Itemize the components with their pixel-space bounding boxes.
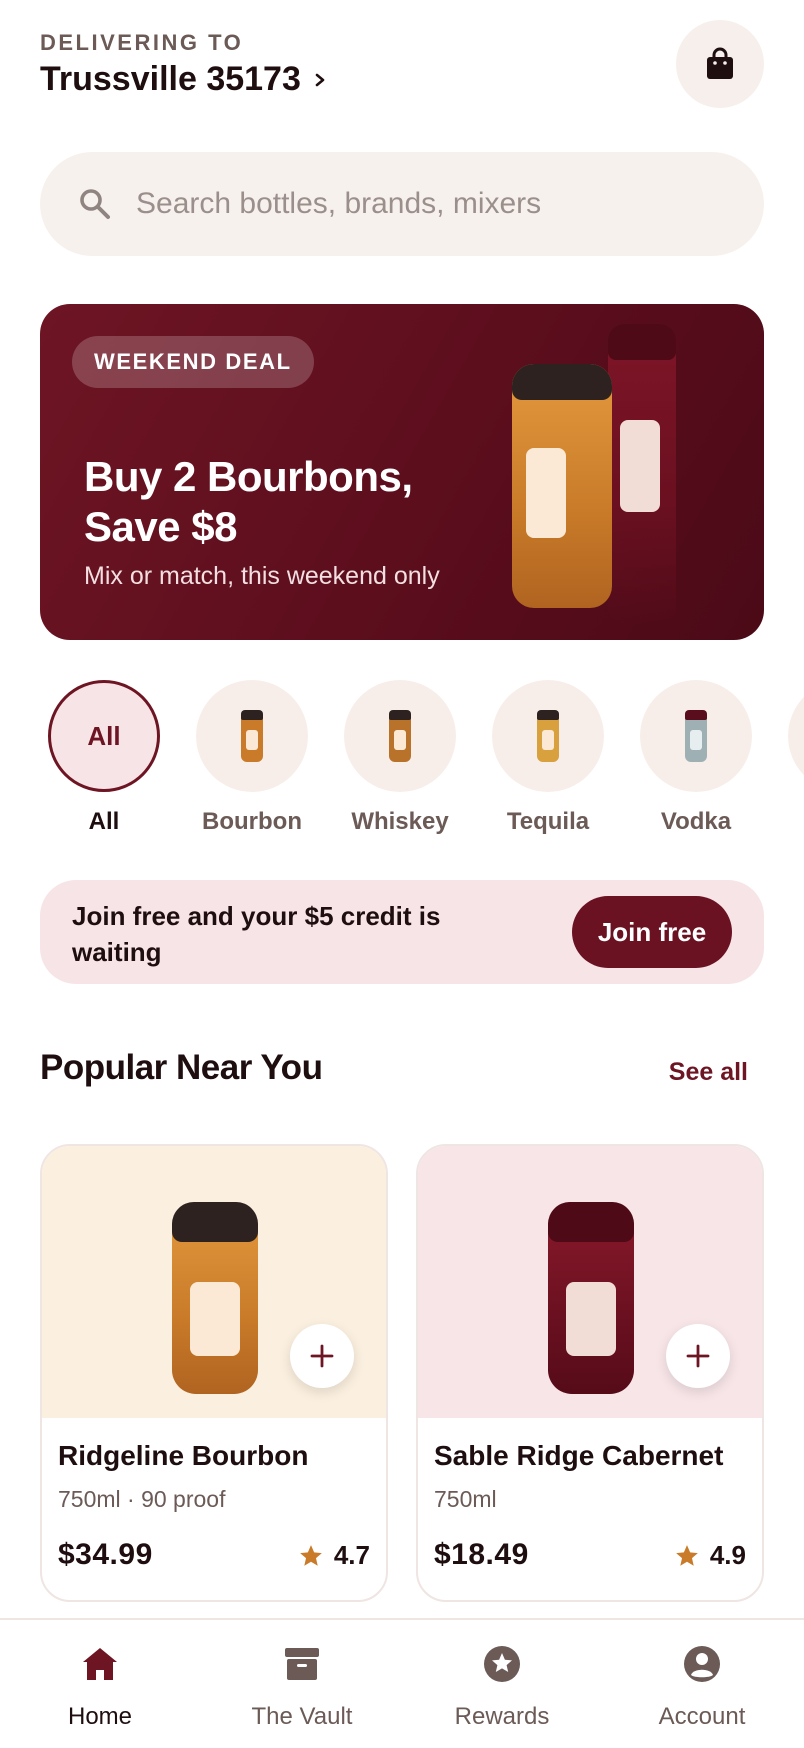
tab-home[interactable]: Home <box>10 1644 190 1731</box>
bourbon-bottle-illustration <box>512 364 612 608</box>
plus-icon <box>686 1344 710 1368</box>
product-rating-value: 4.7 <box>333 1540 370 1570</box>
bottom-tab-bar: Home The Vault Rewards Account <box>0 1618 804 1748</box>
product-price: $34.99 <box>58 1538 153 1571</box>
star-icon <box>300 1544 322 1566</box>
tab-label: Rewards <box>454 1703 550 1730</box>
category-all-circle: All <box>48 680 160 792</box>
tequila-bottle-icon <box>537 710 559 762</box>
product-name: Sable Ridge Cabernet <box>434 1440 724 1471</box>
whiskey-bottle-icon <box>389 710 411 762</box>
tab-label: The Vault <box>251 1703 353 1730</box>
star-badge-icon <box>484 1646 520 1682</box>
tab-account[interactable]: Account <box>612 1644 792 1731</box>
join-banner: Join free and your $5 credit is waiting … <box>40 880 764 984</box>
delivery-location: Trussville 35173 <box>40 60 301 98</box>
wine-bottle-illustration <box>608 324 676 624</box>
vodka-bottle-icon <box>685 710 707 762</box>
promo-badge: WEEKEND DEAL <box>72 336 314 388</box>
search-input[interactable] <box>136 187 696 221</box>
section-title: Popular Near You <box>40 1048 323 1087</box>
plus-icon <box>310 1344 334 1368</box>
category-bourbon[interactable]: Bourbon <box>188 680 316 836</box>
category-more-partial[interactable] <box>780 680 804 792</box>
delivering-to-label: DELIVERING TO <box>40 30 244 55</box>
add-to-cart-button[interactable] <box>666 1324 730 1388</box>
product-rating: 4.7 <box>298 1540 370 1571</box>
chevron-right-icon <box>315 73 325 86</box>
search-icon <box>80 189 110 219</box>
product-card[interactable]: Ridgeline Bourbon 750ml · 90 proof $34.9… <box>40 1144 388 1602</box>
product-meta: 750ml · 90 proof <box>58 1486 226 1512</box>
product-image <box>418 1146 762 1418</box>
product-price: $18.49 <box>434 1538 529 1571</box>
search-bar[interactable] <box>40 152 764 256</box>
shopping-bag-icon <box>707 47 733 79</box>
promo-subtitle: Mix or match, this weekend only <box>84 562 440 590</box>
category-label: Tequila <box>506 808 590 835</box>
home-icon <box>83 1648 117 1680</box>
star-icon <box>676 1544 698 1566</box>
promo-banner[interactable]: WEEKEND DEAL Buy 2 Bourbons, Save $8 Mix… <box>40 304 764 640</box>
archive-box-icon <box>285 1648 319 1680</box>
tab-label: Home <box>67 1703 133 1730</box>
category-label: Whiskey <box>351 808 449 835</box>
product-card[interactable]: Sable Ridge Cabernet 750ml $18.49 4.9 <box>416 1144 764 1602</box>
cart-button[interactable] <box>676 20 764 108</box>
delivery-location-selector[interactable]: Trussville 35173 <box>40 60 327 99</box>
bourbon-bottle-icon <box>241 710 263 762</box>
product-meta: 750ml <box>434 1486 497 1512</box>
product-image <box>42 1146 386 1418</box>
add-to-cart-button[interactable] <box>290 1324 354 1388</box>
join-banner-text: Join free and your $5 credit is waiting <box>72 901 441 967</box>
wine-bottle-illustration <box>548 1202 634 1394</box>
category-vodka[interactable]: Vodka <box>632 680 760 836</box>
category-all[interactable]: All All <box>40 680 168 836</box>
user-icon <box>684 1646 720 1682</box>
category-whiskey[interactable]: Whiskey <box>336 680 464 836</box>
category-all-circle-text: All <box>87 720 121 751</box>
tab-rewards[interactable]: Rewards <box>412 1644 592 1731</box>
header: DELIVERING TO Trussville 35173 <box>40 20 764 110</box>
join-free-button[interactable]: Join free <box>572 896 732 968</box>
category-label: Vodka <box>660 808 732 835</box>
tab-label: Account <box>658 1703 746 1730</box>
category-label: All <box>88 808 120 835</box>
product-rating-value: 4.9 <box>709 1540 746 1570</box>
product-rating: 4.9 <box>674 1540 746 1571</box>
tab-the-vault[interactable]: The Vault <box>212 1644 392 1731</box>
category-tequila[interactable]: Tequila <box>484 680 612 836</box>
see-all-link[interactable]: See all <box>669 1058 748 1087</box>
bourbon-bottle-illustration <box>172 1202 258 1394</box>
product-name: Ridgeline Bourbon <box>58 1440 309 1471</box>
category-label: Bourbon <box>202 808 302 835</box>
category-list: All All Bourbon Whiskey Tequila Vodka <box>40 680 804 840</box>
promo-title: Buy 2 Bourbons, Save $8 <box>84 453 413 550</box>
